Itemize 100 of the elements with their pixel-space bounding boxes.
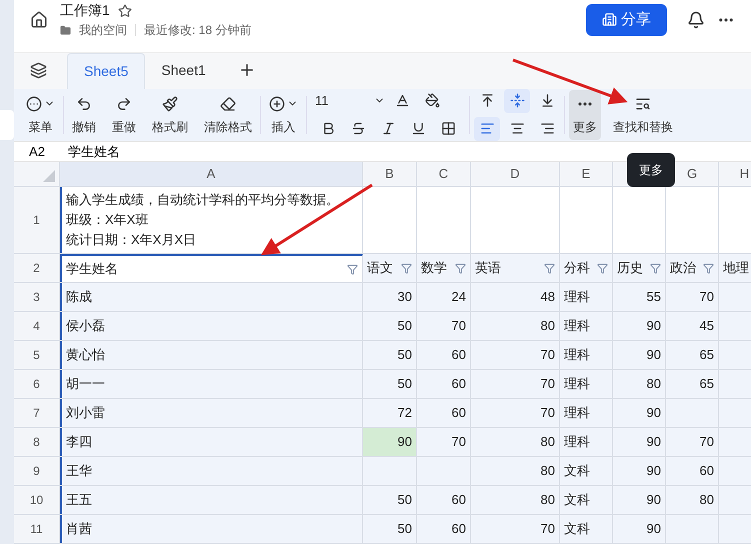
grid-icon [440, 121, 456, 136]
table-cell: 72 [363, 399, 417, 427]
filter-icon[interactable] [401, 262, 412, 274]
align-top-icon [480, 93, 494, 108]
column-title: 历史 [617, 259, 643, 278]
toolbar-button[interactable]: 菜单 [18, 90, 63, 140]
plus-circle-icon [269, 96, 285, 112]
row-number[interactable]: 2 [14, 254, 60, 282]
table-cell: 70 [471, 515, 560, 543]
toolbar-button[interactable]: 查找和替换 [605, 90, 681, 140]
row-number[interactable]: 9 [14, 457, 60, 485]
row-number[interactable]: 11 [14, 515, 60, 543]
home-icon[interactable] [30, 10, 48, 29]
table-cell: 50 [363, 312, 417, 340]
tooltip: 更多 [627, 153, 675, 187]
table-cell: 地理 [719, 254, 751, 282]
formula-value[interactable]: 学生姓名 [60, 142, 120, 161]
row-number[interactable]: 8 [14, 428, 60, 456]
column-title: 学生姓名 [66, 260, 118, 278]
table-cell: 肖茜 [60, 515, 363, 543]
table-cell: 理科 [560, 399, 613, 427]
table-cell: 文科 [560, 486, 613, 514]
building-icon [602, 12, 617, 28]
filter-icon[interactable] [703, 262, 714, 274]
filter-icon[interactable] [650, 262, 661, 274]
row-number[interactable]: 6 [14, 370, 60, 398]
table-cell: 90 [613, 457, 666, 485]
align-middle-icon [510, 93, 524, 108]
table-cell: 80 [471, 428, 560, 456]
column-header[interactable]: C [417, 162, 471, 186]
sheet-tab[interactable]: Sheet5 [67, 52, 146, 88]
toolbar-button[interactable]: 插入 [261, 90, 306, 140]
column-title: 数学 [421, 259, 447, 278]
row-number[interactable]: 5 [14, 341, 60, 369]
table-cell: 70 [471, 399, 560, 427]
table-cell: 80 [471, 486, 560, 514]
filter-icon[interactable] [455, 262, 466, 274]
modified-text: 最近修改: 18 分钟前 [144, 22, 252, 40]
table-cell: 80 [471, 457, 560, 485]
layers-icon[interactable] [30, 62, 47, 78]
table-cell: 文科 [560, 457, 613, 485]
filter-icon[interactable] [597, 262, 608, 274]
filter-icon[interactable] [347, 264, 358, 274]
table-cell: 理科 [560, 428, 613, 456]
more-icon [578, 102, 592, 106]
table-cell: 50 [363, 370, 417, 398]
align-center-icon [510, 121, 524, 136]
row-number[interactable]: 1 [14, 187, 60, 253]
row-number[interactable]: 3 [14, 283, 60, 311]
table-cell: 50 [363, 515, 417, 543]
toolbar-button[interactable]: 撤销 [64, 90, 104, 140]
filter-icon[interactable] [544, 262, 555, 274]
table-cell: 侯小磊 [60, 312, 363, 340]
row-number[interactable]: 4 [14, 312, 60, 340]
table-cell: 65 [666, 341, 719, 369]
table-cell: 70 [666, 283, 719, 311]
more-button[interactable]: 更多 [569, 90, 601, 140]
table-cell: 65 [666, 370, 719, 398]
table-cell: 30 [363, 283, 417, 311]
table-cell: 90 [613, 428, 666, 456]
table-cell: 90 [613, 312, 666, 340]
share-button[interactable]: 分享 [586, 4, 667, 36]
star-icon[interactable] [118, 4, 132, 18]
column-title: 政治 [670, 259, 696, 278]
column-header[interactable]: E [560, 162, 613, 186]
table-cell: 70 [471, 341, 560, 369]
table-cell: 48 [471, 283, 560, 311]
table-cell: 70 [471, 370, 560, 398]
column-header[interactable]: A [60, 162, 363, 186]
row-number[interactable]: 7 [14, 399, 60, 427]
column-header[interactable]: B [363, 162, 417, 186]
cell-reference: A2 [28, 142, 46, 160]
column-header[interactable]: D [471, 162, 560, 186]
document-title: 工作簿1 [60, 1, 110, 20]
table-cell: 60 [417, 486, 471, 514]
toolbar-button[interactable]: 重做 [104, 90, 144, 140]
menu-icon [26, 96, 42, 112]
font-size-select[interactable]: 11 [315, 90, 385, 110]
table-cell: 理科 [560, 341, 613, 369]
table-cell: 80 [613, 370, 666, 398]
table-cell: 90 [613, 486, 666, 514]
table-cell: 50 [363, 341, 417, 369]
table-cell: 王华 [60, 457, 363, 485]
toolbar-button[interactable]: 清除格式 [196, 90, 260, 140]
column-header[interactable]: H [719, 162, 751, 186]
folder-icon [60, 24, 71, 36]
table-cell: 理科 [560, 312, 613, 340]
row-number[interactable]: 10 [14, 486, 60, 514]
bell-icon[interactable] [687, 10, 705, 29]
redo-icon [116, 96, 132, 112]
underline-icon [410, 121, 426, 136]
toolbar-button[interactable]: 格式刷 [144, 90, 196, 140]
undo-icon [76, 96, 92, 112]
align-left-icon [480, 121, 494, 136]
table-cell: 理科 [560, 283, 613, 311]
table-cell: 70 [417, 312, 471, 340]
table-cell: 60 [417, 370, 471, 398]
table-cell: 文科 [560, 515, 613, 543]
sheet-tab[interactable]: Sheet1 [145, 52, 222, 88]
column-title: 分科 [564, 259, 590, 278]
